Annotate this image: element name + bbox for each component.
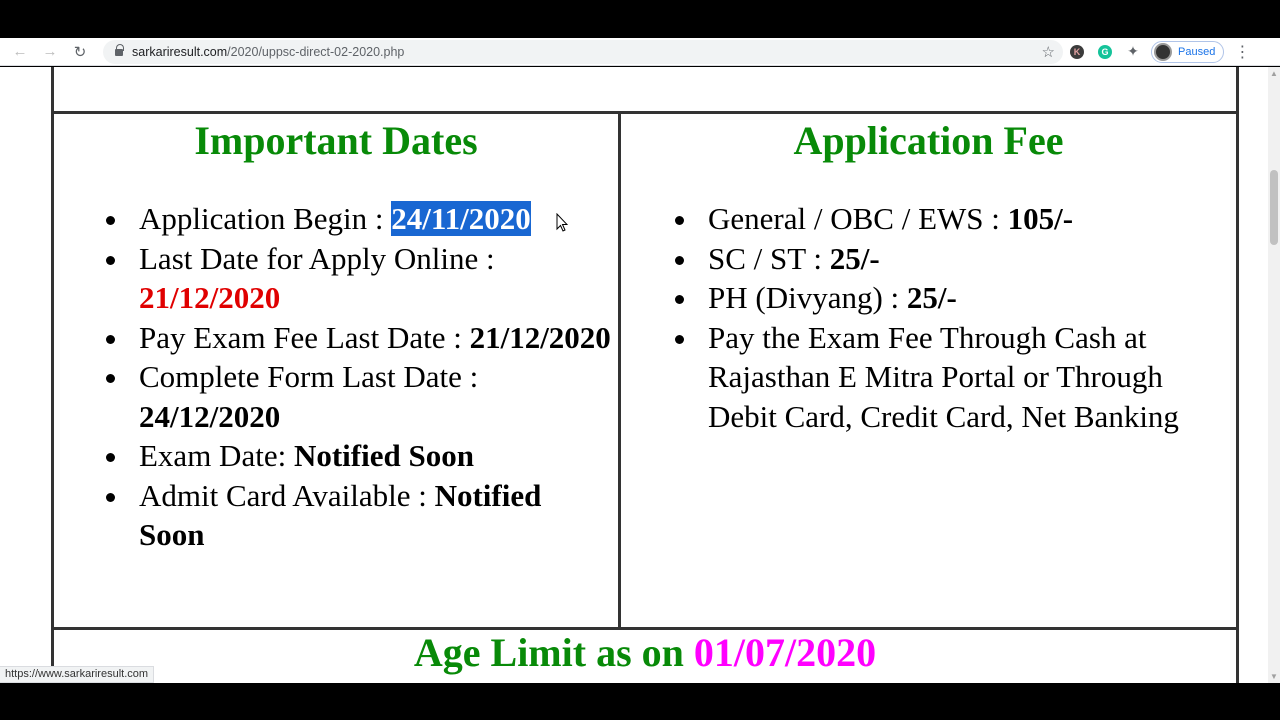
- profile-status: Paused: [1178, 45, 1216, 58]
- reload-icon[interactable]: ↻: [65, 38, 95, 66]
- profile-button[interactable]: Paused: [1151, 40, 1225, 63]
- browser-toolbar: ← → ↻ sarkariresult.com/2020/uppsc-direc…: [0, 38, 1280, 66]
- scroll-up-arrow-icon[interactable]: ▲: [1270, 69, 1278, 78]
- list-item: Admit Card Available : Notified Soon: [131, 476, 611, 555]
- list-item: Exam Date: Notified Soon: [131, 436, 611, 476]
- menu-dots-icon[interactable]: ⋮: [1234, 42, 1250, 62]
- url-path: /2020/uppsc-direct-02-2020.php: [227, 44, 405, 59]
- screen-top-bar: [0, 0, 1280, 38]
- scroll-down-arrow-icon[interactable]: ▼: [1270, 672, 1278, 681]
- screen-bottom-bar: [0, 683, 1280, 720]
- list-item: Pay the Exam Fee Through Cash at Rajasth…: [700, 318, 1220, 437]
- list-item: SC / ST : 25/-: [700, 239, 1220, 279]
- important-dates-list: Application Begin : 24/11/2020 Last Date…: [131, 199, 611, 555]
- application-fee-list: General / OBC / EWS : 105/- SC / ST : 25…: [700, 199, 1220, 436]
- list-item: PH (Divyang) : 25/-: [700, 278, 1220, 318]
- avatar: [1154, 42, 1172, 61]
- extension-k-icon[interactable]: K: [1063, 38, 1091, 66]
- list-item: Last Date for Apply Online : 21/12/2020: [131, 239, 611, 318]
- application-fee-title: Application Fee: [793, 118, 1064, 163]
- address-bar[interactable]: sarkariresult.com/2020/uppsc-direct-02-2…: [103, 39, 1063, 64]
- grammarly-icon[interactable]: G: [1091, 38, 1119, 66]
- list-item: General / OBC / EWS : 105/-: [700, 199, 1220, 239]
- age-limit-date: 01/07/2020: [693, 630, 877, 675]
- back-arrow-icon[interactable]: ←: [5, 38, 35, 66]
- bookmark-star-icon[interactable]: ☆: [1042, 43, 1055, 61]
- url-text: sarkariresult.com/2020/uppsc-direct-02-2…: [132, 45, 404, 59]
- page-content: Important Dates Application Begin : 24/1…: [0, 67, 1268, 683]
- status-bar-url: https://www.sarkariresult.com: [0, 666, 155, 683]
- important-dates-title: Important Dates: [194, 118, 478, 163]
- list-item: Application Begin : 24/11/2020: [131, 199, 611, 239]
- lock-icon: [115, 43, 124, 57]
- scrollbar-thumb[interactable]: [1270, 170, 1278, 245]
- extensions-puzzle-icon[interactable]: ✦: [1119, 38, 1147, 66]
- selected-date[interactable]: 24/11/2020: [391, 201, 531, 236]
- list-item: Complete Form Last Date : 24/12/2020: [131, 357, 611, 436]
- vertical-scrollbar[interactable]: ▲ ▼: [1268, 67, 1280, 683]
- url-host: sarkariresult.com: [132, 44, 228, 59]
- age-limit-heading: Age Limit as on 01/07/2020: [413, 630, 877, 675]
- forward-arrow-icon[interactable]: →: [35, 38, 65, 66]
- table-divider-vertical: [618, 113, 621, 628]
- list-item: Pay Exam Fee Last Date : 21/12/2020: [131, 318, 611, 358]
- mouse-cursor-icon: [556, 213, 568, 232]
- table-divider-top: [51, 111, 1239, 114]
